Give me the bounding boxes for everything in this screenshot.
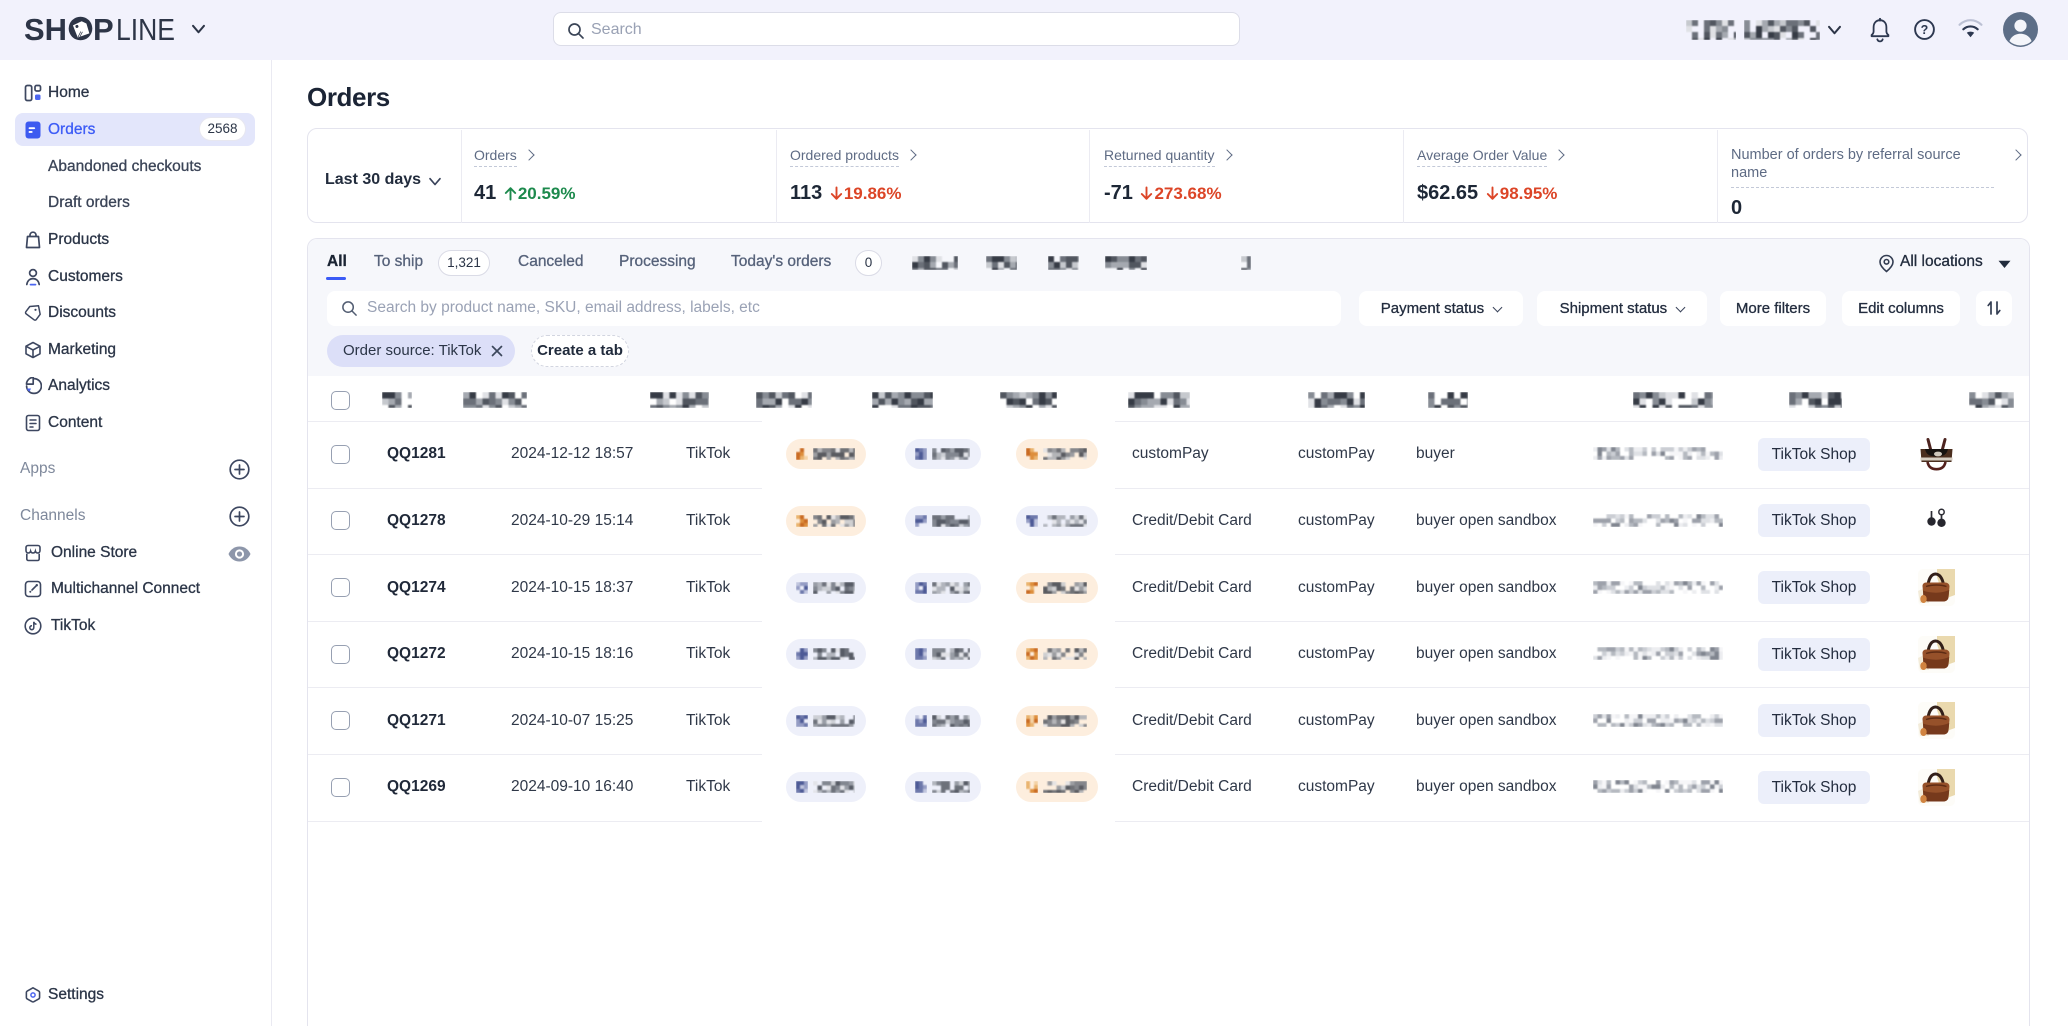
svg-text:P: P [93,15,114,45]
svg-text:SH: SH [24,15,67,45]
svg-text:?: ? [1921,23,1929,37]
svg-text:LINE: LINE [116,15,175,45]
